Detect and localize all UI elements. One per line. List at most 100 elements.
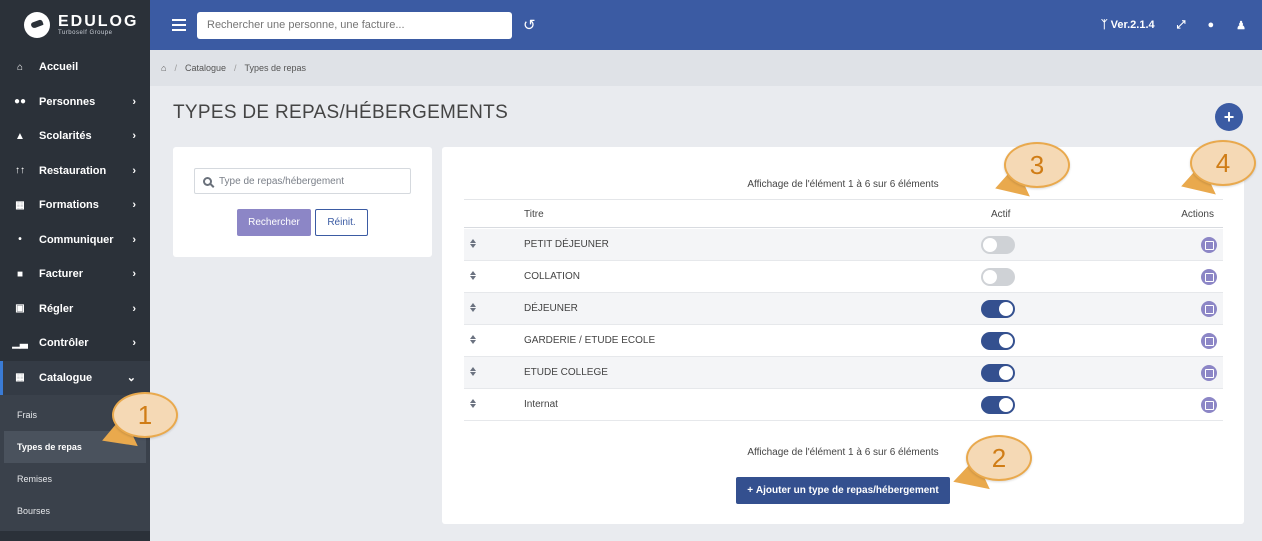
sidebar-item-regler[interactable]: ▣ Régler › [0, 292, 150, 327]
edit-icon[interactable] [1201, 397, 1217, 413]
edit-icon[interactable] [1201, 365, 1217, 381]
money-icon: ▣ [15, 303, 25, 315]
global-search-input[interactable] [197, 11, 512, 39]
sidebar-item-facturer[interactable]: ■ Facturer › [0, 257, 150, 292]
user-icon[interactable]: ♟ [1236, 19, 1246, 32]
search-icon [203, 176, 212, 186]
broadcast-icon: • [18, 234, 22, 246]
bird-logo-icon [24, 12, 50, 38]
type-search-placeholder: Type de repas/hébergement [219, 175, 345, 187]
menu-icon[interactable] [172, 19, 186, 31]
callout-number: 2 [966, 435, 1032, 481]
column-active-header[interactable]: Actif [991, 209, 1010, 220]
version-text: Ver.2.1.4 [1110, 19, 1155, 31]
sidebar-subitem-remises[interactable]: Remises [0, 463, 150, 495]
chevron-right-icon: › [132, 302, 136, 315]
chat-icon[interactable]: ● [1207, 19, 1214, 31]
sidebar-subitem-bourses[interactable]: Bourses [0, 495, 150, 527]
row-title: ETUDE COLLEGE [524, 367, 608, 378]
callout-number: 1 [112, 392, 178, 438]
chart-icon: ▁▃ [12, 337, 28, 349]
search-button[interactable]: Rechercher [237, 209, 311, 236]
active-toggle[interactable] [981, 300, 1015, 318]
callout-3: 3 [990, 142, 1070, 209]
active-toggle[interactable] [981, 396, 1015, 414]
sidebar-item-label: Formations [39, 199, 99, 212]
catalog-icon: ▦ [15, 372, 25, 384]
reset-button[interactable]: Réinit. [315, 209, 368, 236]
edit-icon[interactable] [1201, 237, 1217, 253]
active-toggle[interactable] [981, 268, 1015, 286]
edit-icon[interactable] [1201, 269, 1217, 285]
sidebar-item-scolarites[interactable]: ▲ Scolarités › [0, 119, 150, 154]
filter-card: Type de repas/hébergement Rechercher Réi… [173, 147, 432, 257]
school-icon: ▦ [15, 199, 25, 211]
row-title: GARDERIE / ETUDE ECOLE [524, 335, 656, 346]
drag-sort-icon[interactable] [469, 335, 476, 344]
sidebar-item-label: Personnes [39, 95, 96, 108]
chevron-right-icon: › [132, 268, 136, 281]
history-icon[interactable]: ↺ [523, 16, 536, 34]
invoice-icon: ■ [16, 268, 24, 280]
callout-2: 2 [948, 435, 1032, 502]
sidebar-item-communiquer[interactable]: • Communiquer › [0, 223, 150, 258]
breadcrumb: ⌂ / Catalogue / Types de repas [150, 50, 1262, 86]
drag-sort-icon[interactable] [469, 399, 476, 408]
sidebar-item-personnes[interactable]: ●● Personnes › [0, 85, 150, 120]
sidebar-item-formations[interactable]: ▦ Formations › [0, 188, 150, 223]
fullscreen-icon[interactable]: ⤢ [1177, 19, 1186, 32]
row-title: DÉJEUNER [524, 303, 578, 314]
table-row: Internat [464, 389, 1223, 421]
callout-number: 3 [1004, 142, 1070, 188]
users-icon: ●● [13, 96, 27, 108]
table-row: PETIT DÉJEUNER [464, 229, 1223, 261]
sidebar-item-controler[interactable]: ▁▃ Contrôler › [0, 326, 150, 361]
drag-sort-icon[interactable] [469, 271, 476, 280]
breadcrumb-separator: / [234, 63, 237, 73]
plus-icon: + [747, 485, 756, 496]
version-label[interactable]: ᛉ Ver.2.1.4 [1101, 19, 1155, 31]
home-icon: ⌂ [16, 61, 24, 73]
sidebar-item-catalogue[interactable]: ▦ Catalogue ⌄ [0, 360, 150, 395]
drag-sort-icon[interactable] [469, 303, 476, 312]
home-icon[interactable]: ⌂ [161, 63, 166, 73]
chevron-right-icon: › [132, 95, 136, 108]
branch-icon: ᛉ [1100, 19, 1111, 31]
graduation-icon: ▲ [15, 130, 25, 142]
chevron-right-icon: › [132, 337, 136, 350]
table-header: Titre Actif Actions [464, 199, 1223, 228]
chevron-right-icon: › [132, 199, 136, 212]
active-toggle[interactable] [981, 364, 1015, 382]
row-title: PETIT DÉJEUNER [524, 239, 609, 250]
sidebar-item-label: Scolarités [39, 130, 92, 143]
sidebar-item-label: Facturer [39, 268, 84, 281]
add-meal-type-button[interactable]: + Ajouter un type de repas/hébergement [736, 477, 950, 504]
page-title: TYPES DE REPAS/HÉBERGEMENTS [173, 102, 509, 123]
type-search-input[interactable]: Type de repas/hébergement [194, 168, 411, 194]
sidebar: EDULOG Turboself Groupe ⌂ Accueil ●● Per… [0, 0, 150, 541]
edit-icon[interactable] [1201, 301, 1217, 317]
active-toggle[interactable] [981, 236, 1015, 254]
table-row: COLLATION [464, 261, 1223, 293]
column-title-header[interactable]: Titre [524, 209, 544, 220]
chevron-down-icon: ⌄ [126, 372, 136, 385]
active-toggle[interactable] [981, 332, 1015, 350]
sidebar-item-accueil[interactable]: ⌂ Accueil [0, 50, 150, 85]
chevron-right-icon: › [132, 130, 136, 143]
breadcrumb-separator: / [174, 63, 177, 73]
topbar: ↺ ᛉ Ver.2.1.4 ⤢ ● ♟ [150, 0, 1262, 50]
add-floating-button[interactable]: + [1215, 103, 1243, 131]
chevron-right-icon: › [132, 233, 136, 246]
callout-number: 4 [1190, 140, 1256, 186]
table-info-bottom: Affichage de l'élément 1 à 6 sur 6 éléme… [747, 447, 939, 458]
sidebar-item-label: Catalogue [39, 371, 93, 384]
add-button-label: Ajouter un type de repas/hébergement [755, 485, 939, 496]
drag-sort-icon[interactable] [469, 239, 476, 248]
plus-icon: + [1223, 107, 1235, 127]
drag-sort-icon[interactable] [469, 367, 476, 376]
brand-logo[interactable]: EDULOG Turboself Groupe [0, 0, 150, 50]
sidebar-item-restauration[interactable]: ↑↑ Restauration › [0, 154, 150, 189]
edit-icon[interactable] [1201, 333, 1217, 349]
breadcrumb-types-de-repas: Types de repas [244, 63, 307, 73]
breadcrumb-catalogue[interactable]: Catalogue [185, 63, 226, 73]
